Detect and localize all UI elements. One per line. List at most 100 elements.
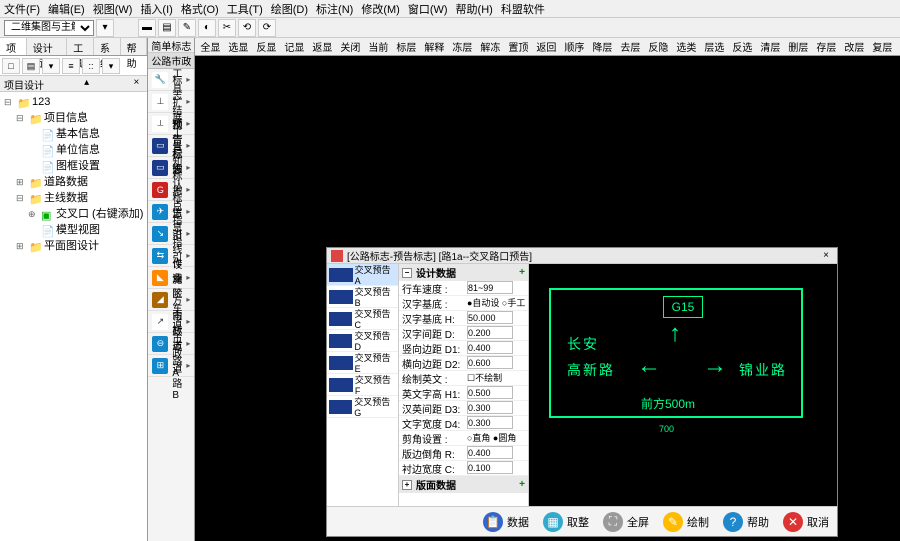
category-item[interactable]: ◢避险车道▸ [148,289,194,311]
tb-icon[interactable]: ⟲ [238,19,256,37]
left-tab[interactable]: 工具 [67,38,94,55]
canvas-tb-button[interactable]: 返回 [533,38,559,55]
param-value[interactable] [465,281,528,295]
tb-icon[interactable]: ⟳ [258,19,276,37]
param-value[interactable] [465,341,528,355]
panel-close-icon[interactable]: × [129,77,143,90]
param-input[interactable] [467,461,513,474]
category-item[interactable]: ▭预告标志▸ [148,135,194,157]
tree-node[interactable]: 交叉口 (右键添加) [56,206,143,222]
footer-button-取消[interactable]: ✕取消 [783,512,829,532]
canvas-tb-button[interactable]: 全显 [197,38,223,55]
param-input[interactable] [467,356,513,369]
canvas-tb-button[interactable]: 返显 [309,38,335,55]
tb-new-icon[interactable]: □ [2,58,20,74]
menu-item[interactable]: 格式(O) [181,1,219,16]
category-item[interactable]: ◣作 业 区▸ [148,267,194,289]
menu-item[interactable]: 编辑(E) [48,1,85,16]
category-item[interactable]: 🔧工具▸ [148,69,194,91]
template-item[interactable]: 交叉预告G [327,396,398,418]
canvas-tb-button[interactable]: 冻层 [449,38,475,55]
left-tab[interactable]: 系统 [94,38,121,55]
canvas-tb-button[interactable]: 删层 [785,38,811,55]
canvas-tb-button[interactable]: 存层 [813,38,839,55]
canvas-tb-button[interactable]: 顺序 [561,38,587,55]
canvas-tb-button[interactable]: 复层 [869,38,895,55]
param-input[interactable] [467,416,513,429]
tree-node[interactable]: 单位信息 [56,142,100,158]
footer-button-绘制[interactable]: ✎绘制 [663,512,709,532]
param-input[interactable] [467,341,513,354]
canvas-tb-button[interactable]: 反隐 [645,38,671,55]
canvas-tb-button[interactable]: 当前 [365,38,391,55]
menu-item[interactable]: 绘图(D) [271,1,308,16]
param-input[interactable] [467,311,513,324]
canvas-tb-button[interactable]: 记显 [281,38,307,55]
template-item[interactable]: 交叉预告D [327,330,398,352]
canvas-tb-button[interactable]: 反显 [253,38,279,55]
template-item[interactable]: 交叉预告E [327,352,398,374]
template-item[interactable]: 交叉预告C [327,308,398,330]
param-value[interactable] [465,416,528,430]
canvas-tb-button[interactable]: 选显 [225,38,251,55]
dialog-param-grid[interactable]: −设计数据+行车速度 :汉字基底 :●自动设 ○手工设汉字基底 H:汉字间距 D… [399,264,529,506]
canvas-tb-button[interactable]: 反选 [729,38,755,55]
tb-grid-icon[interactable]: ≡ [62,58,80,74]
category-item[interactable]: ⟂扩展工具▸ [148,113,194,135]
param-value[interactable] [465,446,528,460]
param-input[interactable] [467,386,513,399]
menu-item[interactable]: 文件(F) [4,1,40,16]
category-item[interactable]: ⊖市政道路A▸ [148,333,194,355]
menu-item[interactable]: 科盟软件 [501,1,545,16]
tb-icon[interactable]: ▬ [138,19,156,37]
canvas-tb-button[interactable]: 关闭 [337,38,363,55]
project-tree[interactable]: ⊟📁123 ⊟📁项目信息 📄基本信息 📄单位信息 📄图框设置 ⊞📁道路数据 ⊟📁… [0,92,147,541]
tb-icon[interactable]: ✂ [218,19,236,37]
tb-list-icon[interactable]: ▤ [22,58,40,74]
tree-node[interactable]: 图框设置 [56,158,100,174]
tb-icon[interactable]: ▤ [158,19,176,37]
canvas-tb-button[interactable]: 解冻 [477,38,503,55]
param-input[interactable] [467,326,513,339]
template-item[interactable]: 交叉预告A [327,264,398,286]
tb-icon[interactable]: ▾ [96,19,114,37]
param-value[interactable]: ●自动设 ○手工设 [465,296,528,310]
tb-icon[interactable]: ◐ [198,19,216,37]
menu-item[interactable]: 修改(M) [361,1,400,16]
tree-root[interactable]: 123 [32,94,50,110]
dialog-template-list[interactable]: 交叉预告A交叉预告B交叉预告C交叉预告D交叉预告E交叉预告F交叉预告G [327,264,399,506]
param-input[interactable] [467,281,513,294]
tb-plus-icon[interactable]: ▾ [42,58,60,74]
template-item[interactable]: 交叉预告B [327,286,398,308]
tb-chev-icon[interactable]: ▾ [102,58,120,74]
category-item[interactable]: ✈地点指引▸ [148,201,194,223]
tree-node[interactable]: 基本信息 [56,126,100,142]
left-tab[interactable]: 设计面板 [27,38,67,55]
mid-tab[interactable]: 公路市政 [148,53,194,69]
param-value[interactable] [465,401,528,415]
canvas-tb-button[interactable]: 去层 [617,38,643,55]
panel-collapse-icon[interactable]: ▴ [80,77,94,90]
category-item[interactable]: ↘信息指引▸ [148,223,194,245]
tree-node[interactable]: 平面图设计 [44,238,99,254]
canvas-tb-button[interactable]: 置顶 [505,38,531,55]
tree-node[interactable]: 道路数据 [44,174,88,190]
menu-item[interactable]: 标注(N) [316,1,353,16]
param-value[interactable] [465,461,528,475]
layer-combo[interactable]: 二维集图与主解 [4,20,94,36]
tb-icon[interactable]: ✎ [178,19,196,37]
add-icon[interactable]: + [519,267,525,278]
canvas-tb-button[interactable]: 解释 [421,38,447,55]
template-item[interactable]: 交叉预告F [327,374,398,396]
footer-button-帮助[interactable]: ?帮助 [723,512,769,532]
param-value[interactable] [465,356,528,370]
footer-button-取整[interactable]: ▦取整 [543,512,589,532]
menu-item[interactable]: 窗口(W) [408,1,448,16]
menu-item[interactable]: 工具(T) [227,1,263,16]
param-value[interactable] [465,386,528,400]
tree-node[interactable]: 主线数据 [44,190,88,206]
category-item[interactable]: ⇆沿线设施▸ [148,245,194,267]
tree-node[interactable]: 项目信息 [44,110,88,126]
canvas-tb-button[interactable]: 标层 [393,38,419,55]
param-value[interactable] [465,326,528,340]
